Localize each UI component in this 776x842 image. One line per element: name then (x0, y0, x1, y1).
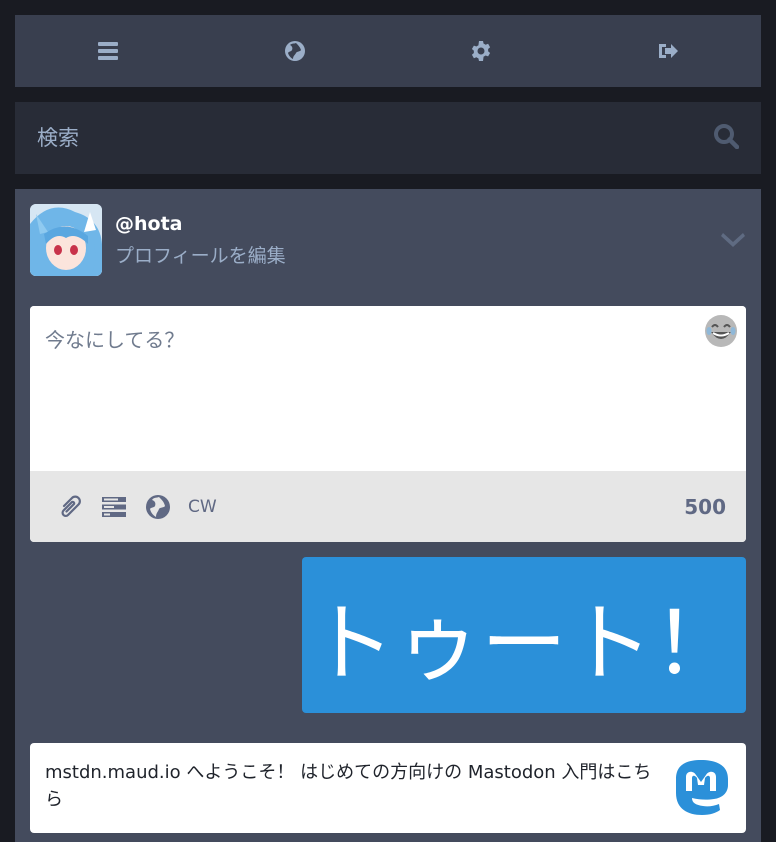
globe-icon (146, 494, 170, 519)
compose-panel: @hota プロフィールを編集 今なにしてる？ CW 500 トゥート！ mst… (15, 189, 761, 842)
compose-textarea[interactable] (30, 306, 746, 471)
bars-icon (98, 42, 119, 60)
account-info: @hota プロフィールを編集 (115, 213, 720, 268)
character-counter: 500 (684, 494, 726, 519)
emoji-picker-button[interactable] (704, 314, 738, 348)
compose-toolbar: CW 500 (30, 471, 746, 542)
avatar[interactable] (30, 204, 102, 276)
preferences-button[interactable] (388, 15, 575, 87)
compose-form: CW 500 (30, 306, 746, 542)
welcome-text: mstdn.maud.io へようこそ！ はじめての方向けの Mastodon … (45, 762, 652, 810)
menu-button[interactable] (15, 15, 202, 87)
content-warning-button[interactable]: CW (188, 497, 217, 517)
edit-profile-link[interactable]: プロフィールを編集 (115, 241, 720, 268)
gear-icon (472, 41, 491, 61)
toot-button[interactable]: トゥート！ (302, 557, 746, 713)
paperclip-icon (61, 495, 81, 517)
poll-icon (102, 496, 126, 517)
privacy-button[interactable] (138, 487, 178, 527)
logout-button[interactable] (575, 15, 762, 87)
search-input[interactable] (37, 126, 713, 150)
chevron-down-icon[interactable] (720, 225, 746, 255)
account-handle[interactable]: @hota (115, 213, 720, 235)
attach-media-button[interactable] (50, 487, 90, 527)
search-box (15, 102, 761, 174)
account-row: @hota プロフィールを編集 (30, 204, 746, 276)
laughing-emoji-icon (705, 315, 737, 347)
mastodon-logo-icon (676, 760, 728, 815)
sign-out-icon (658, 44, 678, 58)
globe-icon (284, 41, 305, 61)
search-icon[interactable] (713, 123, 740, 153)
welcome-announcement[interactable]: mstdn.maud.io へようこそ！ はじめての方向けの Mastodon … (30, 743, 746, 833)
federated-timeline-button[interactable] (202, 15, 389, 87)
top-nav-bar (15, 15, 761, 87)
poll-button[interactable] (94, 487, 134, 527)
